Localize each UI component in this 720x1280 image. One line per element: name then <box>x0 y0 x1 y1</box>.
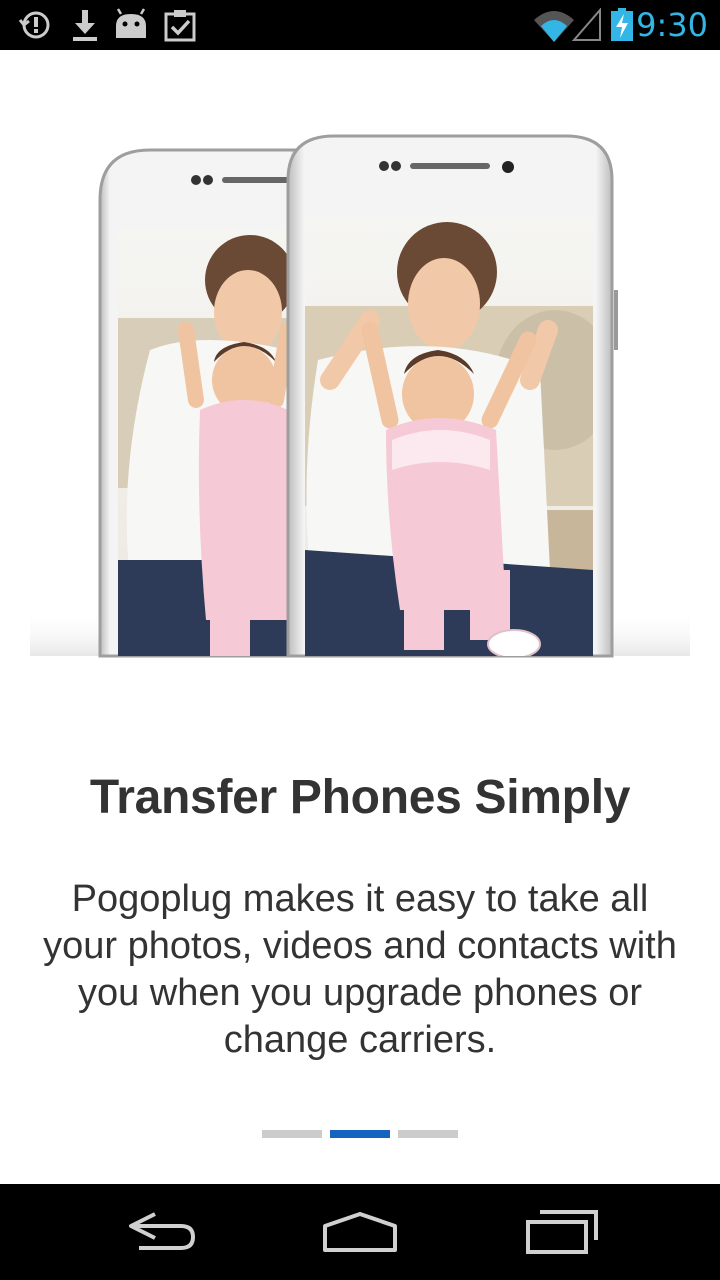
status-time: 9:30 <box>636 6 708 44</box>
wifi-icon <box>532 8 576 47</box>
onboarding-title: Transfer Phones Simply <box>89 771 631 824</box>
page-indicator-dot-1[interactable] <box>262 1130 322 1138</box>
android-icon <box>112 8 150 47</box>
onboarding-description: Pogoplug makes it easy to take all your … <box>43 878 677 1061</box>
sync-icon <box>18 8 54 47</box>
download-icon <box>70 8 100 47</box>
phones-illustration <box>30 134 690 658</box>
page-indicator-dot-3[interactable] <box>398 1130 458 1138</box>
battery-charging-icon <box>610 8 634 47</box>
back-icon <box>129 1212 196 1250</box>
navigation-bar <box>0 1184 720 1280</box>
signal-icon <box>571 7 602 47</box>
recent-apps-icon <box>526 1210 598 1254</box>
page-indicator-dot-2[interactable] <box>330 1130 390 1138</box>
clipboard-check-icon <box>164 8 196 47</box>
home-icon <box>323 1212 397 1252</box>
page-indicator[interactable] <box>262 1130 458 1138</box>
recent-apps-button[interactable] <box>518 1204 608 1260</box>
home-button[interactable] <box>315 1204 405 1260</box>
hero-image <box>0 50 720 660</box>
status-bar: 9:30 <box>0 0 720 50</box>
back-button[interactable] <box>115 1204 205 1260</box>
